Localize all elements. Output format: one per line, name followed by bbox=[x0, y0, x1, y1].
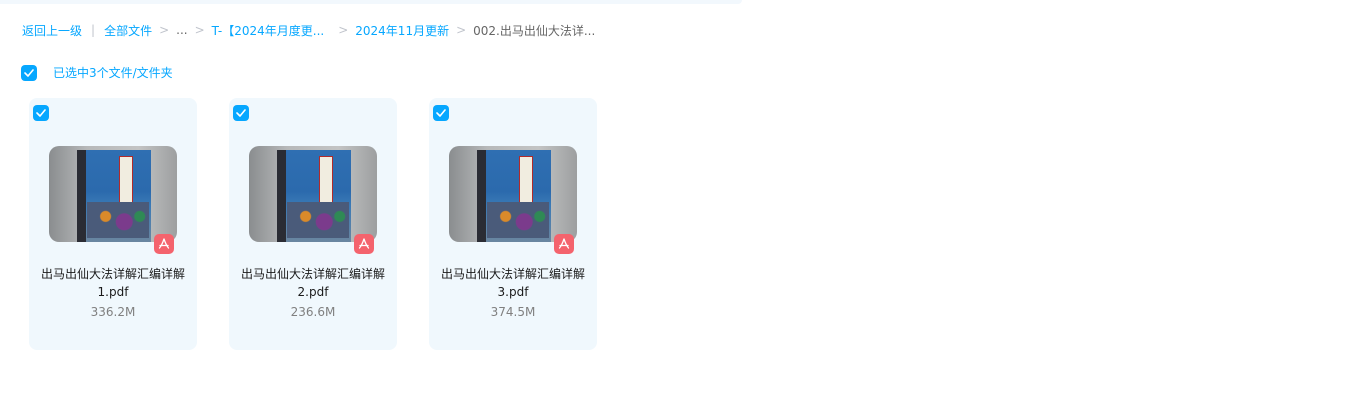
selection-count-label: 已选中3个文件/文件夹 bbox=[53, 66, 173, 80]
breadcrumb-item-monthly-updates[interactable]: T-【2024年月度更... bbox=[212, 22, 325, 39]
file-name[interactable]: 出马出仙大法详解汇编详解 3.pdf bbox=[429, 265, 597, 301]
selection-bar: 已选中3个文件/文件夹 bbox=[21, 64, 173, 81]
file-name[interactable]: 出马出仙大法详解汇编详解 1.pdf bbox=[29, 265, 197, 301]
back-link[interactable]: 返回上一级 bbox=[22, 22, 82, 39]
file-thumbnail[interactable] bbox=[249, 146, 377, 242]
file-card[interactable]: 出马出仙大法详解汇编详解 2.pdf 236.6M bbox=[229, 98, 397, 350]
file-name-line2: 1.pdf bbox=[97, 285, 129, 299]
book-illustration bbox=[287, 202, 349, 238]
pdf-icon bbox=[154, 234, 174, 254]
book-spine bbox=[77, 150, 86, 242]
file-checkbox[interactable] bbox=[233, 105, 249, 121]
check-icon bbox=[436, 109, 446, 117]
select-all-checkbox[interactable] bbox=[21, 64, 37, 81]
file-name-line1: 出马出仙大法详解汇编详解 bbox=[240, 267, 385, 281]
file-name-line2: 2.pdf bbox=[297, 285, 329, 299]
pdf-icon bbox=[354, 234, 374, 254]
file-card[interactable]: 出马出仙大法详解汇编详解 3.pdf 374.5M bbox=[429, 98, 597, 350]
file-thumbnail[interactable] bbox=[449, 146, 577, 242]
breadcrumb-item-current-folder: 002.出马出仙大法详... bbox=[473, 23, 596, 38]
breadcrumb-item-all-files[interactable]: 全部文件 bbox=[104, 22, 152, 39]
file-name-line1: 出马出仙大法详解汇编详解 bbox=[440, 267, 585, 281]
breadcrumb-arrow: > bbox=[159, 23, 170, 37]
breadcrumb-item-november-update[interactable]: 2024年11月更新 bbox=[355, 22, 449, 39]
file-checkbox[interactable] bbox=[433, 105, 449, 121]
breadcrumb-arrow: > bbox=[456, 23, 467, 37]
breadcrumb-divider: | bbox=[91, 23, 96, 37]
top-search-strip bbox=[0, 0, 742, 4]
book-illustration bbox=[87, 202, 149, 238]
file-name-line2: 3.pdf bbox=[497, 285, 529, 299]
file-name-line1: 出马出仙大法详解汇编详解 bbox=[40, 267, 185, 281]
file-size: 374.5M bbox=[490, 305, 536, 319]
file-size: 336.2M bbox=[90, 305, 136, 319]
file-card[interactable]: 出马出仙大法详解汇编详解 1.pdf 336.2M bbox=[29, 98, 197, 350]
check-icon bbox=[24, 68, 34, 77]
file-checkbox[interactable] bbox=[33, 105, 49, 121]
check-icon bbox=[36, 109, 46, 117]
book-spine bbox=[277, 150, 286, 242]
breadcrumb-item-ellipsis[interactable]: ... bbox=[176, 23, 187, 37]
file-name[interactable]: 出马出仙大法详解汇编详解 2.pdf bbox=[229, 265, 397, 301]
breadcrumb-arrow: > bbox=[194, 23, 205, 37]
pdf-icon bbox=[554, 234, 574, 254]
book-spine bbox=[477, 150, 486, 242]
check-icon bbox=[236, 109, 246, 117]
book-illustration bbox=[487, 202, 549, 238]
breadcrumb-arrow: > bbox=[338, 23, 349, 37]
file-thumbnail[interactable] bbox=[49, 146, 177, 242]
file-size: 236.6M bbox=[290, 305, 336, 319]
breadcrumb: 返回上一级 | 全部文件 > ... > T-【2024年月度更... > 20… bbox=[22, 21, 595, 39]
